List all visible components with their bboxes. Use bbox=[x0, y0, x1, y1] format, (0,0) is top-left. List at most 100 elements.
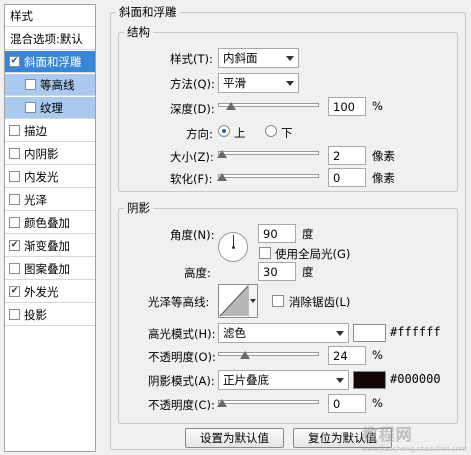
angle-label: 角度(N): bbox=[170, 228, 215, 242]
depth-input[interactable]: 100 bbox=[328, 97, 366, 116]
style-item-pattern-overlay[interactable]: 图案叠加 bbox=[5, 258, 95, 280]
satin-checkbox[interactable] bbox=[9, 194, 20, 205]
size-slider-thumb[interactable] bbox=[217, 150, 227, 158]
highlight-color-swatch[interactable] bbox=[353, 324, 386, 342]
contour-checkbox[interactable] bbox=[25, 79, 36, 90]
depth-unit: % bbox=[372, 99, 383, 113]
gradient-overlay-checkbox[interactable]: ✔ bbox=[9, 240, 20, 251]
pattern-overlay-checkbox[interactable] bbox=[9, 263, 20, 274]
technique-label: 方法(Q): bbox=[170, 77, 215, 91]
size-value: 2 bbox=[333, 148, 341, 163]
chevron-down-icon bbox=[336, 331, 344, 336]
angle-input[interactable]: 90 bbox=[258, 224, 296, 243]
style-item-drop-shadow[interactable]: 投影 bbox=[5, 304, 95, 326]
make-default-button[interactable]: 设置为默认值 bbox=[185, 428, 284, 448]
blending-options-item[interactable]: 混合选项:默认 bbox=[5, 28, 95, 50]
direction-up-label: 上 bbox=[234, 126, 246, 140]
soften-value: 0 bbox=[333, 170, 341, 185]
direction-down-radio[interactable] bbox=[265, 125, 277, 137]
style-item-label: 渐变叠加 bbox=[24, 238, 70, 253]
chevron-down-icon bbox=[286, 56, 294, 61]
style-item-bevel-emboss[interactable]: ✔ 斜面和浮雕 bbox=[5, 51, 95, 73]
altitude-input[interactable]: 30 bbox=[258, 262, 296, 281]
style-item-label: 内阴影 bbox=[24, 146, 59, 161]
global-light-checkbox[interactable] bbox=[259, 247, 271, 259]
style-item-label: 内发光 bbox=[24, 169, 59, 184]
highlight-opacity-unit: % bbox=[372, 348, 383, 362]
style-item-gradient-overlay[interactable]: ✔ 渐变叠加 bbox=[5, 235, 95, 257]
technique-select[interactable]: 平滑 bbox=[218, 73, 299, 93]
outer-glow-checkbox[interactable]: ✔ bbox=[9, 286, 20, 297]
style-item-contour[interactable]: 等高线 bbox=[5, 74, 95, 96]
size-label: 大小(Z): bbox=[170, 150, 214, 164]
size-input[interactable]: 2 bbox=[328, 146, 366, 165]
structure-title: 结构 bbox=[124, 24, 153, 40]
shadow-mode-select[interactable]: 正片叠底 bbox=[218, 370, 349, 390]
highlight-mode-value: 滤色 bbox=[223, 326, 246, 340]
shadow-opacity-thumb[interactable] bbox=[217, 399, 227, 407]
style-item-color-overlay[interactable]: 颜色叠加 bbox=[5, 212, 95, 234]
site-watermark: 教程网 www.jiaocheng.chazidian.com bbox=[362, 421, 467, 453]
style-item-outer-glow[interactable]: ✔ 外发光 bbox=[5, 281, 95, 303]
bevel-emboss-checkbox[interactable]: ✔ bbox=[9, 56, 20, 67]
styles-list-panel: 样式 混合选项:默认 ✔ 斜面和浮雕 等高线 纹理 描边 内阴影 内发光 光泽 … bbox=[4, 4, 96, 452]
style-item-label: 光泽 bbox=[24, 192, 47, 207]
highlight-opacity-thumb[interactable] bbox=[240, 351, 250, 359]
soften-unit: 像素 bbox=[372, 171, 395, 185]
bevel-style-value: 内斜面 bbox=[223, 51, 258, 65]
highlight-mode-select[interactable]: 滤色 bbox=[218, 323, 349, 343]
drop-shadow-checkbox[interactable] bbox=[9, 309, 20, 320]
style-item-label: 等高线 bbox=[40, 77, 75, 92]
style-item-label: 投影 bbox=[24, 307, 47, 322]
shadow-opacity-input[interactable]: 0 bbox=[328, 394, 366, 413]
watermark-text: 教程网 bbox=[361, 425, 413, 444]
inner-glow-checkbox[interactable] bbox=[9, 171, 20, 182]
style-item-satin[interactable]: 光泽 bbox=[5, 189, 95, 211]
soften-input[interactable]: 0 bbox=[328, 168, 366, 187]
size-slider[interactable] bbox=[218, 151, 319, 155]
style-item-texture[interactable]: 纹理 bbox=[5, 97, 95, 119]
highlight-mode-label: 高光模式(H): bbox=[148, 327, 216, 341]
soften-label: 软化(F): bbox=[170, 172, 213, 186]
inner-shadow-checkbox[interactable] bbox=[9, 148, 20, 159]
shadow-opacity-slider[interactable] bbox=[218, 400, 319, 404]
highlight-opacity-input[interactable]: 24 bbox=[328, 346, 366, 365]
watermark-url: www.jiaocheng.chazidian.com bbox=[361, 445, 467, 453]
highlight-opacity-value: 24 bbox=[333, 348, 348, 363]
color-overlay-checkbox[interactable] bbox=[9, 217, 20, 228]
style-item-inner-shadow[interactable]: 内阴影 bbox=[5, 143, 95, 165]
styles-header-label: 样式 bbox=[10, 8, 33, 23]
shadow-color-swatch[interactable] bbox=[353, 371, 386, 389]
chevron-down-icon bbox=[336, 378, 344, 383]
bevel-style-select[interactable]: 内斜面 bbox=[218, 48, 299, 68]
style-item-label: 斜面和浮雕 bbox=[24, 54, 82, 69]
chevron-down-icon bbox=[250, 299, 256, 303]
gloss-contour-dropdown[interactable] bbox=[248, 285, 257, 317]
global-light-label: 使用全局光(G) bbox=[275, 247, 351, 261]
depth-value: 100 bbox=[333, 99, 355, 114]
anti-aliased-checkbox[interactable] bbox=[272, 295, 284, 307]
style-item-label: 外发光 bbox=[24, 284, 59, 299]
stroke-checkbox[interactable] bbox=[9, 125, 20, 136]
altitude-value: 30 bbox=[263, 264, 278, 279]
soften-slider-thumb[interactable] bbox=[217, 173, 227, 181]
gloss-contour-picker[interactable] bbox=[218, 284, 258, 318]
shadow-opacity-unit: % bbox=[372, 396, 383, 410]
style-label: 样式(T): bbox=[170, 52, 213, 66]
angle-value: 90 bbox=[263, 226, 278, 241]
direction-up-radio[interactable] bbox=[218, 125, 230, 137]
contour-linear-icon bbox=[219, 285, 249, 317]
soften-slider[interactable] bbox=[218, 174, 319, 178]
highlight-opacity-slider[interactable] bbox=[218, 352, 319, 356]
shadow-opacity-label: 不透明度(C): bbox=[148, 398, 215, 412]
styles-header[interactable]: 样式 bbox=[5, 5, 95, 27]
highlight-color-hex: #ffffff bbox=[390, 325, 441, 339]
angle-dial[interactable] bbox=[218, 232, 248, 262]
depth-slider-thumb[interactable] bbox=[226, 102, 236, 110]
texture-checkbox[interactable] bbox=[25, 102, 36, 113]
style-item-label: 图案叠加 bbox=[24, 261, 70, 276]
style-item-inner-glow[interactable]: 内发光 bbox=[5, 166, 95, 188]
altitude-unit: 度 bbox=[302, 265, 314, 279]
altitude-label: 高度: bbox=[184, 266, 211, 280]
style-item-stroke[interactable]: 描边 bbox=[5, 120, 95, 142]
